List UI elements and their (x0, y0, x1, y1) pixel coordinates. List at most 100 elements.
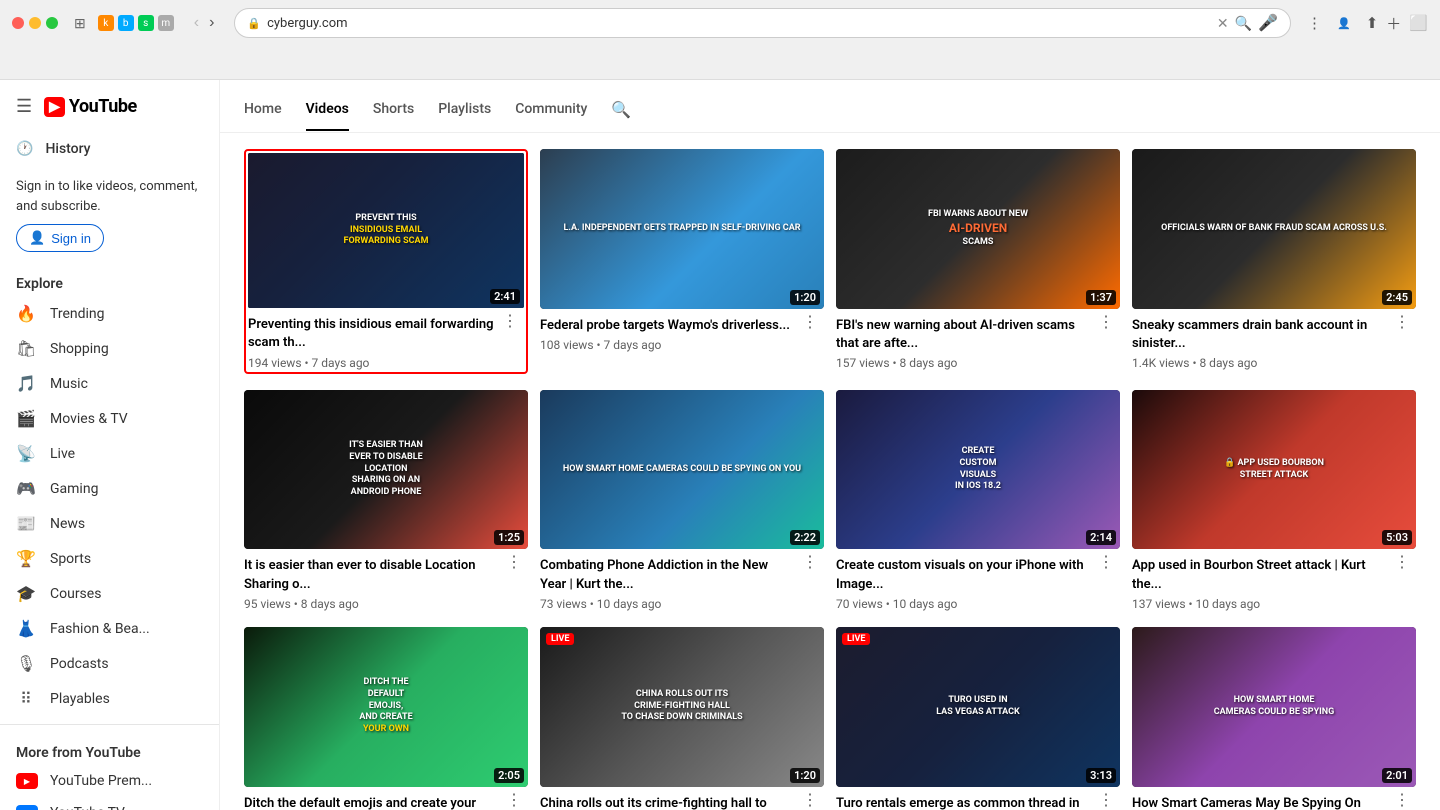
new-tab-button[interactable]: ＋ (1386, 13, 1401, 34)
tab-videos[interactable]: Videos (306, 93, 349, 131)
browser-tab-3[interactable]: s (138, 15, 154, 31)
tab-playlists[interactable]: Playlists (438, 93, 491, 131)
minimize-window-button[interactable] (29, 17, 41, 29)
video-menu-button-v2[interactable]: ⋮ (800, 315, 820, 331)
channel-header: Home Videos Shorts Playlists Community 🔍 (220, 80, 1440, 133)
browser-menu-button[interactable]: ⋮ (1307, 14, 1322, 32)
video-menu-button-v3[interactable]: ⋮ (1096, 315, 1116, 331)
video-card-v5[interactable]: IT'S EASIER THANEVER TO DISABLELOCATIONS… (244, 390, 528, 611)
thumb-title-v9: DITCH THEDEFAULTEMOJIS,AND CREATEYOUR OW… (359, 677, 412, 735)
sidebar-item-playables[interactable]: ⠿ Playables (0, 681, 219, 716)
video-card-v2[interactable]: L.A. INDEPENDENT GETS TRAPPED IN SELF-DR… (540, 149, 824, 374)
thumb-title-v7: CREATECUSTOMVISUALSIN iOS 18.2 (955, 446, 1001, 493)
video-menu-button-v5[interactable]: ⋮ (504, 555, 524, 571)
window-button[interactable]: ⬜ (1409, 14, 1428, 32)
sidebar-item-news[interactable]: 📰 News (0, 506, 219, 541)
sports-icon: 🏆 (16, 549, 36, 568)
close-window-button[interactable] (12, 17, 24, 29)
thumb-overlay-v6: HOW SMART HOME CAMERAS COULD BE SPYING O… (540, 390, 824, 550)
thumb-title-v5: IT'S EASIER THANEVER TO DISABLELOCATIONS… (349, 440, 423, 498)
forward-button[interactable]: › (205, 12, 218, 34)
address-text: cyberguy.com (267, 16, 1211, 31)
thumb-overlay-v8: 🔒 APP USED BOURBONSTREET ATTACK (1132, 390, 1416, 550)
sign-in-button[interactable]: 👤 Sign in (16, 224, 104, 252)
video-info-v7: Create custom visuals on your iPhone wit… (836, 557, 1120, 610)
video-card-v8[interactable]: 🔒 APP USED BOURBONSTREET ATTACK 5:03 App… (1132, 390, 1416, 611)
tab-grid-button[interactable]: ⊞ (70, 13, 90, 34)
sidebar-item-shopping[interactable]: 🛍 Shopping (0, 331, 219, 366)
channel-search-button[interactable]: 🔍 (611, 92, 631, 132)
video-card-v6[interactable]: HOW SMART HOME CAMERAS COULD BE SPYING O… (540, 390, 824, 611)
video-menu-button-v7[interactable]: ⋮ (1096, 555, 1116, 571)
tab-shorts[interactable]: Shorts (373, 93, 414, 131)
thumb-overlay-v5: IT'S EASIER THANEVER TO DISABLELOCATIONS… (244, 390, 528, 550)
video-menu-button-v8[interactable]: ⋮ (1392, 555, 1412, 571)
browser-tab-1[interactable]: k (98, 15, 114, 31)
address-bar[interactable]: 🔒 cyberguy.com ✕ 🔍 🎤 (234, 8, 1291, 38)
video-card-v1[interactable]: PREVENT THISINSIDIOUS EMAILFORWARDING SC… (244, 149, 528, 374)
video-card-v7[interactable]: CREATECUSTOMVISUALSIN iOS 18.2 2:14 Crea… (836, 390, 1120, 611)
video-info-v5: It is easier than ever to disable Locati… (244, 557, 528, 610)
browser-tab-4[interactable]: m (158, 15, 174, 31)
sidebar-item-sports[interactable]: 🏆 Sports (0, 541, 219, 576)
duration-v12: 2:01 (1382, 768, 1412, 783)
browser-search-button[interactable]: 🔍 (1235, 15, 1252, 32)
video-card-v12[interactable]: HOW SMART HOMECAMERAS COULD BE SPYING 2:… (1132, 627, 1416, 810)
video-card-v10[interactable]: CHINA ROLLS OUT ITSCRIME-FIGHTING HALLTO… (540, 627, 824, 810)
back-button[interactable]: ‹ (190, 12, 203, 34)
thumb-title-v6: HOW SMART HOME CAMERAS COULD BE SPYING O… (563, 464, 801, 476)
sidebar-item-trending[interactable]: 🔥 Trending (0, 296, 219, 331)
browser-tab-2[interactable]: b (118, 15, 134, 31)
sidebar-item-fashion[interactable]: 👗 Fashion & Bea... (0, 611, 219, 646)
clear-address-button[interactable]: ✕ (1217, 15, 1229, 32)
video-text-v4: Sneaky scammers drain bank account in si… (1132, 317, 1386, 370)
video-info-v12: How Smart Cameras May Be Spying On You |… (1132, 795, 1416, 810)
voice-search-button[interactable]: 🎤 (1258, 13, 1278, 33)
youtube-logo[interactable]: ▶ YouTube (44, 96, 137, 117)
sidebar-item-movies[interactable]: 🎬 Movies & TV (0, 401, 219, 436)
account-button[interactable]: 👤 (1330, 13, 1358, 34)
sidebar-item-courses[interactable]: 🎓 Courses (0, 576, 219, 611)
tab-community[interactable]: Community (515, 93, 587, 131)
video-menu-button-v12[interactable]: ⋮ (1392, 793, 1412, 809)
sidebar-item-podcasts[interactable]: 🎙 Podcasts (0, 646, 219, 681)
video-menu-button-v10[interactable]: ⋮ (800, 793, 820, 809)
share-button[interactable]: ⬆ (1366, 14, 1379, 32)
app-container: ☰ ▶ YouTube 🕐 History Sign in to like vi… (0, 80, 1440, 810)
video-meta-v1: 194 views • 7 days ago (248, 356, 494, 370)
duration-v10: 1:20 (790, 768, 820, 783)
video-title-v11: Turo rentals emerge as common thread in … (836, 795, 1090, 810)
video-menu-button-v9[interactable]: ⋮ (504, 793, 524, 809)
sidebar-item-youtube-tv[interactable]: ▶ YouTube TV (0, 797, 219, 810)
sidebar-item-gaming[interactable]: 🎮 Gaming (0, 471, 219, 506)
video-card-v9[interactable]: DITCH THEDEFAULTEMOJIS,AND CREATEYOUR OW… (244, 627, 528, 810)
video-menu-button-v4[interactable]: ⋮ (1392, 315, 1412, 331)
thumb-title-v12: HOW SMART HOMECAMERAS COULD BE SPYING (1214, 695, 1335, 718)
video-menu-button-v1[interactable]: ⋮ (500, 314, 520, 330)
video-meta-v8: 137 views • 10 days ago (1132, 597, 1386, 611)
video-thumbnail-v3: FBI WARNS ABOUT NEWAI-DRIVENSCAMS 1:37 (836, 149, 1120, 309)
trending-label: Trending (50, 306, 105, 322)
video-title-v3: FBI's new warning about AI-driven scams … (836, 317, 1090, 353)
video-menu-button-v11[interactable]: ⋮ (1096, 793, 1116, 809)
sidebar-item-music[interactable]: 🎵 Music (0, 366, 219, 401)
hamburger-menu-button[interactable]: ☰ (16, 96, 32, 117)
sidebar-item-history[interactable]: 🕐 History (0, 133, 219, 165)
sidebar-item-youtube-premium[interactable]: YouTube Prem... (0, 765, 219, 797)
video-text-v7: Create custom visuals on your iPhone wit… (836, 557, 1090, 610)
video-title-v12: How Smart Cameras May Be Spying On You |… (1132, 795, 1386, 810)
main-content: Home Videos Shorts Playlists Community 🔍… (220, 80, 1440, 810)
duration-v5: 1:25 (494, 530, 524, 545)
video-title-v6: Combating Phone Addiction in the New Yea… (540, 557, 794, 593)
video-card-v11[interactable]: TURO USED INLAS VEGAS ATTACK LIVE 3:13 T… (836, 627, 1120, 810)
live-icon: 📡 (16, 444, 36, 463)
sidebar: ☰ ▶ YouTube 🕐 History Sign in to like vi… (0, 80, 220, 810)
video-info-v11: Turo rentals emerge as common thread in … (836, 795, 1120, 810)
video-card-v3[interactable]: FBI WARNS ABOUT NEWAI-DRIVENSCAMS 1:37 F… (836, 149, 1120, 374)
tab-home[interactable]: Home (244, 93, 282, 131)
video-card-v4[interactable]: OFFICIALS WARN OF BANK FRAUD SCAM ACROSS… (1132, 149, 1416, 374)
sidebar-item-live[interactable]: 📡 Live (0, 436, 219, 471)
youtube-tv-label: YouTube TV (50, 805, 125, 810)
maximize-window-button[interactable] (46, 17, 58, 29)
video-menu-button-v6[interactable]: ⋮ (800, 555, 820, 571)
